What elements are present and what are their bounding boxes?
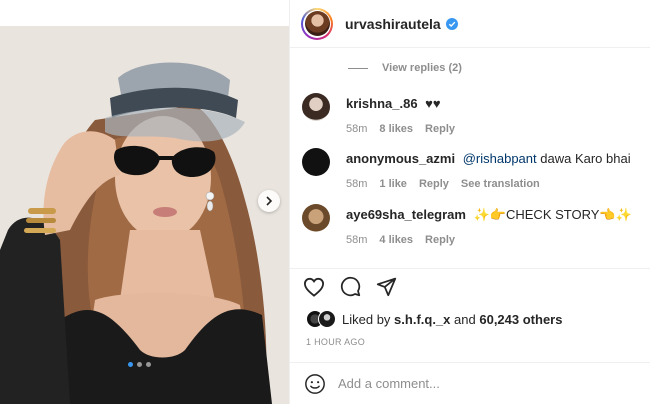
liker-username[interactable]: s.h.f.q._x bbox=[394, 312, 450, 327]
share-icon bbox=[376, 277, 396, 297]
author-avatar[interactable] bbox=[301, 7, 333, 40]
comment-icon bbox=[340, 276, 360, 297]
carousel-next-button[interactable] bbox=[258, 190, 280, 212]
comment-button[interactable] bbox=[339, 276, 361, 298]
likes-and: and bbox=[454, 311, 476, 327]
comment-text: dawa Karo bhai bbox=[540, 151, 631, 166]
view-replies-label: View replies (2) bbox=[382, 62, 462, 74]
comment-text: ✨👉CHECK STORY👈✨ bbox=[473, 207, 632, 222]
carousel-dot bbox=[146, 362, 151, 367]
heart-icon bbox=[303, 277, 325, 297]
verified-badge-icon bbox=[445, 17, 458, 30]
likes-count[interactable]: 60,243 others bbox=[479, 312, 562, 327]
comment-mention[interactable]: @rishabpant bbox=[463, 151, 537, 166]
comment-username[interactable]: anonymous_azmi bbox=[346, 151, 455, 166]
comment-likes[interactable]: 4 likes bbox=[379, 234, 413, 246]
author-username[interactable]: urvashirautela bbox=[345, 16, 441, 32]
comment-username[interactable]: aye69sha_telegram bbox=[346, 207, 466, 222]
carousel-indicator bbox=[128, 362, 151, 367]
likes-summary: Liked by s.h.f.q._x and 60,243 others bbox=[306, 310, 562, 328]
commenter-avatar[interactable] bbox=[302, 204, 330, 232]
carousel-dot bbox=[137, 362, 142, 367]
liker-avatar[interactable] bbox=[318, 310, 336, 328]
post-photo[interactable] bbox=[0, 0, 289, 404]
comment-likes[interactable]: 8 likes bbox=[379, 123, 413, 135]
carousel-dot bbox=[128, 362, 133, 367]
commenter-avatar[interactable] bbox=[302, 148, 330, 176]
post-photo-image bbox=[0, 0, 289, 404]
comment-username[interactable]: krishna_.86 bbox=[346, 96, 418, 111]
action-bar bbox=[290, 268, 650, 304]
see-translation-button[interactable]: See translation bbox=[461, 178, 540, 190]
post-timestamp[interactable]: 1 HOUR AGO bbox=[306, 337, 365, 347]
comment-reply-button[interactable]: Reply bbox=[425, 234, 455, 246]
comment-time: 58m bbox=[346, 178, 368, 190]
post-header: urvashirautela bbox=[290, 0, 650, 48]
commenter-avatar[interactable] bbox=[302, 93, 330, 121]
liker-avatars bbox=[306, 310, 338, 328]
comment-input[interactable] bbox=[338, 376, 588, 391]
comment-likes[interactable]: 1 like bbox=[379, 178, 407, 190]
comment-time: 58m bbox=[346, 123, 368, 135]
comment-reply-button[interactable]: Reply bbox=[425, 123, 455, 135]
like-button[interactable] bbox=[303, 276, 325, 298]
comment-time: 58m bbox=[346, 234, 368, 246]
emoji-icon[interactable] bbox=[304, 373, 326, 395]
add-comment-bar bbox=[290, 362, 650, 404]
comment-reply-button[interactable]: Reply bbox=[419, 178, 449, 190]
likes-prefix: Liked by bbox=[342, 311, 391, 327]
chevron-right-icon bbox=[266, 196, 273, 206]
post-panel: urvashirautela View replies (2) krishna_… bbox=[290, 0, 650, 404]
view-replies-button[interactable]: View replies (2) bbox=[348, 62, 462, 74]
replies-line bbox=[348, 67, 368, 69]
comment-text: ♥♥ bbox=[425, 96, 441, 111]
share-button[interactable] bbox=[375, 276, 397, 298]
